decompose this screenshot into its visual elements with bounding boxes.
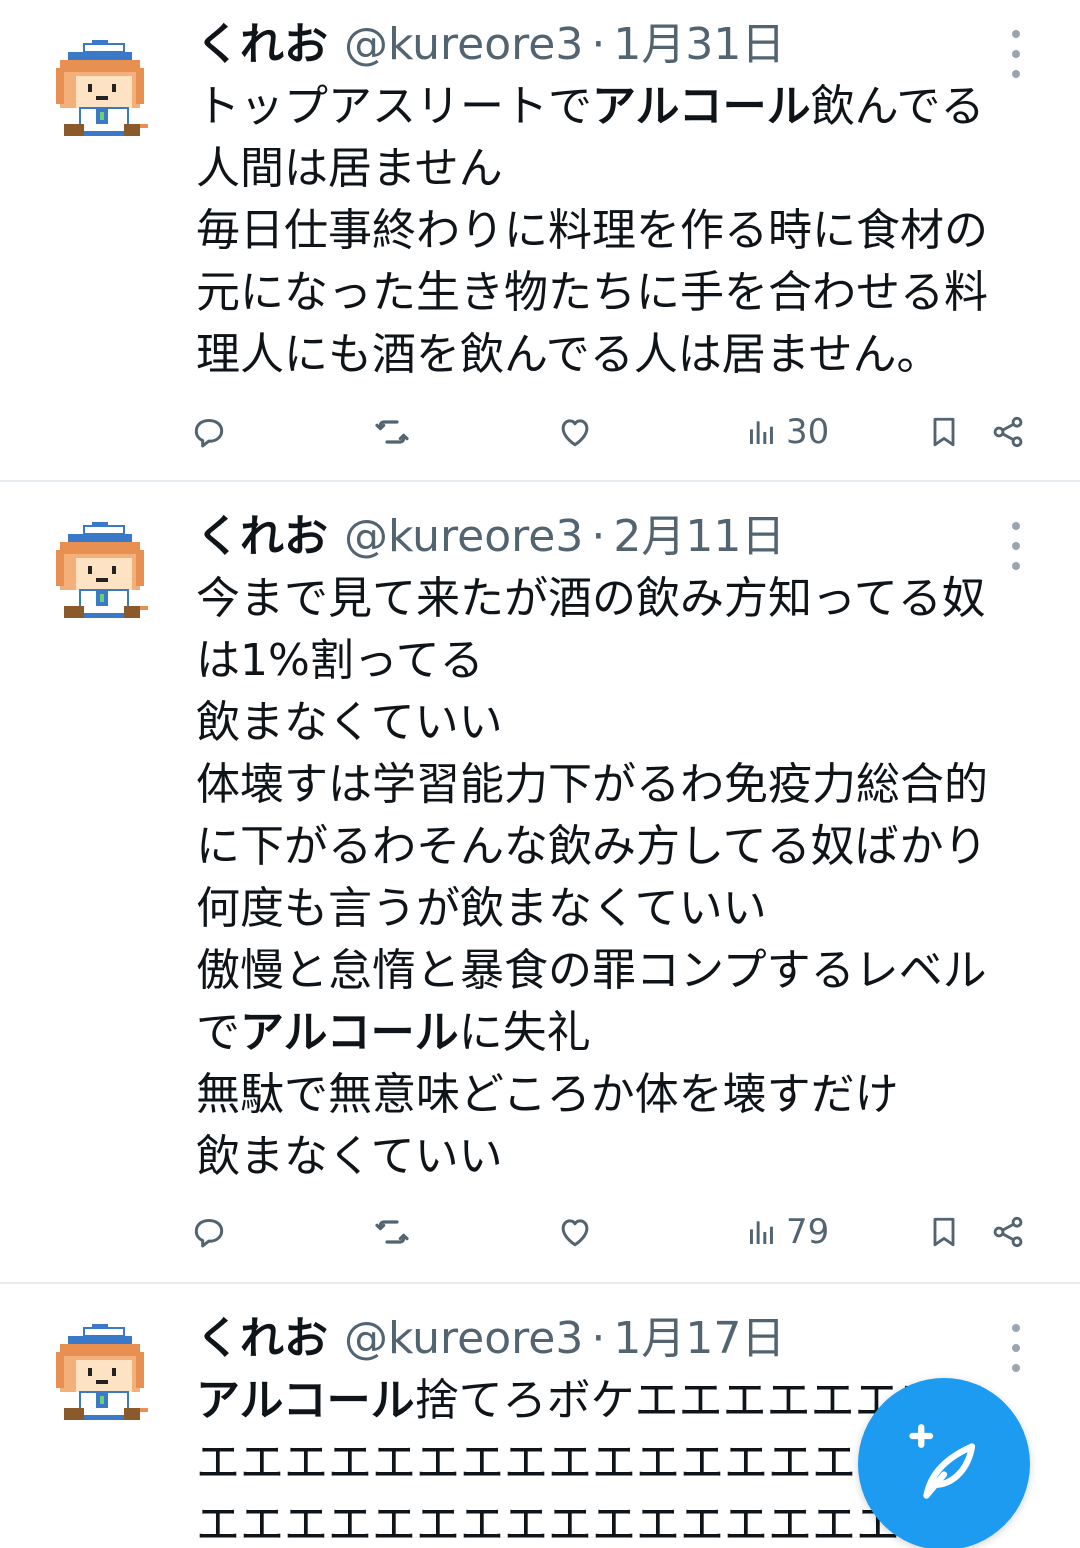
reply-icon bbox=[194, 1218, 224, 1248]
text-segment: 何度も言うが飲まなくていい bbox=[196, 883, 767, 934]
bold-text-segment: アルコール bbox=[240, 1007, 459, 1058]
like-button[interactable] bbox=[556, 402, 594, 462]
author-handle[interactable]: @kureore3 bbox=[344, 506, 583, 568]
author-handle[interactable]: @kureore3 bbox=[344, 14, 583, 76]
compose-feather-icon bbox=[909, 1424, 976, 1499]
separator-dot: · bbox=[591, 511, 606, 562]
text-segment: で bbox=[196, 1007, 240, 1058]
tweet-text-line: 飲まなくていい bbox=[196, 692, 1046, 754]
tweet-header: くれお @kureore3 · 1月17日 bbox=[196, 1308, 785, 1370]
bold-text-segment: アルコール bbox=[592, 81, 811, 132]
author-name[interactable]: くれお bbox=[196, 1308, 328, 1370]
share-button[interactable] bbox=[990, 1202, 1026, 1262]
text-segment: 無駄で無意味どころか体を壊すだけ bbox=[196, 1069, 899, 1120]
views-count: 30 bbox=[786, 412, 830, 452]
retweet-icon bbox=[375, 1220, 409, 1244]
retweet-icon bbox=[375, 420, 409, 444]
retweet-button[interactable] bbox=[372, 402, 412, 462]
like-button[interactable] bbox=[556, 1202, 594, 1262]
author-name[interactable]: くれお bbox=[196, 506, 328, 568]
tweet-text-line: 無駄で無意味どころか体を壊すだけ bbox=[196, 1064, 1046, 1126]
tweet-text-line: に下がるわそんな飲み方してる奴ばかり bbox=[196, 816, 1046, 878]
timeline: くれお @kureore3 · 1月31日 トップアスリートでアルコール飲んでる… bbox=[0, 0, 1080, 1548]
tweet-text-line: トップアスリートでアルコール飲んでる bbox=[196, 76, 1046, 138]
tweet-text-line: 体壊すは学習能力下がるわ免疫力総合的 bbox=[196, 754, 1046, 816]
action-bar: 79 bbox=[190, 1202, 1040, 1262]
text-segment: 飲まなくていい bbox=[196, 697, 503, 748]
share-icon bbox=[993, 416, 1023, 448]
tweet-text-line: でアルコールに失礼 bbox=[196, 1002, 1046, 1064]
more-options-icon[interactable] bbox=[1004, 1324, 1028, 1372]
author-name[interactable]: くれお bbox=[196, 14, 328, 76]
text-segment: 飲まなくていい bbox=[196, 1131, 503, 1182]
tweet-text: 今まで見て来たが酒の飲み方知ってる奴 は1%割ってる 飲まなくていい体壊すは学習能力… bbox=[196, 568, 1046, 1188]
share-button[interactable] bbox=[990, 402, 1026, 462]
views-chart-icon bbox=[750, 421, 773, 444]
text-segment: は1%割ってる bbox=[196, 635, 484, 686]
action-bar: 30 bbox=[190, 402, 1040, 462]
views-chart-icon bbox=[750, 1221, 773, 1244]
separator-dot: · bbox=[591, 19, 606, 70]
tweet-header: くれお @kureore3 · 2月11日 bbox=[196, 506, 785, 568]
reply-button[interactable] bbox=[190, 1202, 228, 1262]
tweet-text-line: 人間は居ません bbox=[196, 138, 1046, 200]
text-segment: 人間は居ません bbox=[196, 143, 503, 194]
heart-icon bbox=[561, 1219, 589, 1247]
tweet-date[interactable]: 1月31日 bbox=[613, 14, 785, 76]
text-segment: 飲んでる bbox=[810, 81, 985, 132]
tweet-date[interactable]: 1月17日 bbox=[613, 1308, 785, 1370]
text-segment: 理人にも酒を飲んでる人は居ません。 bbox=[196, 329, 941, 380]
more-options-icon[interactable] bbox=[1004, 522, 1028, 570]
tweet-text: トップアスリートでアルコール飲んでる 人間は居ません 毎日仕事終わりに料理を作る時に… bbox=[196, 76, 1046, 386]
retweet-button[interactable] bbox=[372, 1202, 412, 1262]
tweet-text-line: 毎日仕事終わりに料理を作る時に食材の bbox=[196, 200, 1046, 262]
text-segment: に失礼 bbox=[458, 1007, 591, 1058]
separator-dot: · bbox=[591, 1313, 606, 1364]
avatar[interactable] bbox=[44, 36, 156, 148]
tweet-text-line: は1%割ってる bbox=[196, 630, 1046, 692]
text-segment: 毎日仕事終わりに料理を作る時に食材の bbox=[196, 205, 988, 256]
tweet[interactable]: くれお @kureore3 · 2月11日 今まで見て来たが酒の飲み方知ってる奴… bbox=[0, 482, 1080, 1284]
tweet-text-line: 今まで見て来たが酒の飲み方知ってる奴 bbox=[196, 568, 1046, 630]
text-segment: 元になった生き物たちに手を合わせる料 bbox=[196, 267, 988, 318]
reply-button[interactable] bbox=[190, 402, 228, 462]
tweet-text-line: 飲まなくていい bbox=[196, 1126, 1046, 1188]
bookmark-icon bbox=[933, 417, 955, 447]
views-button[interactable]: 30 bbox=[746, 402, 829, 462]
text-segment: 傲慢と怠惰と暴食の罪コンプするレベル bbox=[196, 945, 987, 996]
heart-icon bbox=[561, 419, 589, 447]
bold-text-segment: アルコール bbox=[196, 1375, 415, 1426]
compose-tweet-button[interactable] bbox=[858, 1378, 1030, 1548]
tweet-text-line: 理人にも酒を飲んでる人は居ません。 bbox=[196, 324, 1046, 386]
text-segment: に下がるわそんな飲み方してる奴ばかり bbox=[196, 821, 988, 872]
tweet-header: くれお @kureore3 · 1月31日 bbox=[196, 14, 785, 76]
tweet[interactable]: くれお @kureore3 · 1月31日 トップアスリートでアルコール飲んでる… bbox=[0, 0, 1080, 482]
bookmark-button[interactable] bbox=[926, 1202, 962, 1262]
text-segment: 体壊すは学習能力下がるわ免疫力総合的 bbox=[196, 759, 988, 810]
avatar[interactable] bbox=[44, 1320, 156, 1432]
reply-icon bbox=[194, 418, 224, 448]
text-segment: トップアスリートで bbox=[196, 81, 592, 132]
author-handle[interactable]: @kureore3 bbox=[344, 1308, 583, 1370]
tweet-text-line: 元になった生き物たちに手を合わせる料 bbox=[196, 262, 1046, 324]
bookmark-icon bbox=[933, 1217, 955, 1247]
avatar[interactable] bbox=[44, 518, 156, 630]
views-count: 79 bbox=[786, 1212, 830, 1252]
views-button[interactable]: 79 bbox=[746, 1202, 829, 1262]
text-segment: 今まで見て来たが酒の飲み方知ってる奴 bbox=[196, 573, 986, 624]
bookmark-button[interactable] bbox=[926, 402, 962, 462]
tweet-text-line: 何度も言うが飲まなくていい bbox=[196, 878, 1046, 940]
tweet-date[interactable]: 2月11日 bbox=[613, 506, 785, 568]
tweet-text-line: 傲慢と怠惰と暴食の罪コンプするレベル bbox=[196, 940, 1046, 1002]
more-options-icon[interactable] bbox=[1004, 30, 1028, 78]
share-icon bbox=[993, 1216, 1023, 1248]
